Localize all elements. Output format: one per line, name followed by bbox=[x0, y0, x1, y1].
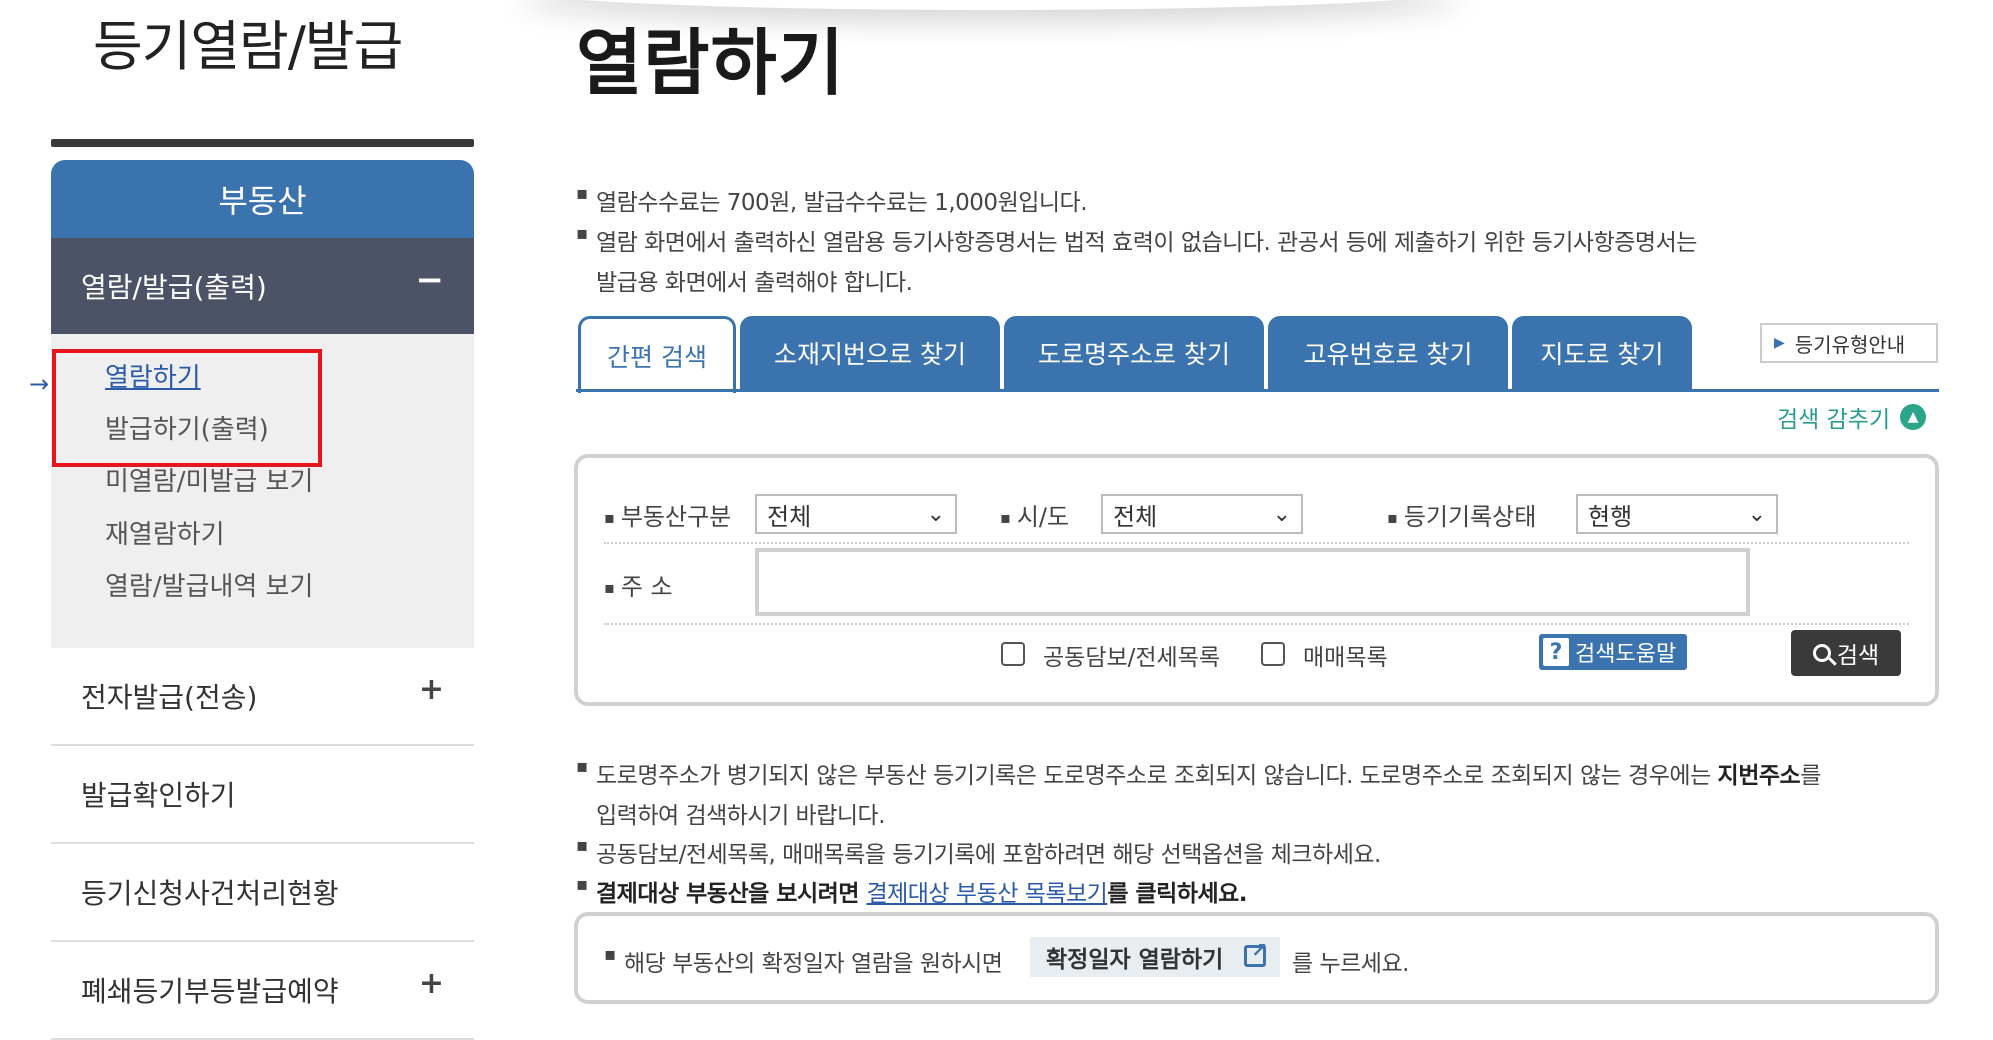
collapse-label: 검색 감추기 bbox=[1777, 407, 1891, 433]
select-value: 전체 bbox=[767, 502, 812, 531]
tab-lot-number[interactable]: 소재지번으로 찾기 bbox=[740, 316, 1000, 390]
search-label: 검색 bbox=[1836, 643, 1880, 669]
note-bold: 지번주소 bbox=[1717, 763, 1801, 789]
tab-road-address[interactable]: 도로명주소로 찾기 bbox=[1004, 316, 1264, 390]
sidebar-subitem-review[interactable]: 재열람하기 bbox=[105, 514, 225, 551]
note-text: 를 bbox=[1800, 763, 1821, 789]
sidebar-item-case-status[interactable]: 등기신청사건처리현황 bbox=[51, 844, 474, 942]
payment-list-link[interactable]: 결제대상 부동산 목록보기 bbox=[866, 881, 1107, 907]
note-text: 도로명주소가 병기되지 않은 부동산 등기기록은 도로명주소로 조회되지 않습니… bbox=[596, 763, 1718, 789]
sidebar-item-issue-check[interactable]: 발급확인하기 bbox=[51, 746, 474, 844]
hide-search-toggle[interactable]: 검색 감추기 ▲ bbox=[1777, 400, 1927, 434]
chevron-down-icon: ⌄ bbox=[926, 502, 945, 527]
sidebar-section-title: 등기열람/발급 bbox=[93, 15, 403, 78]
help-label: 검색도움말 bbox=[1575, 642, 1677, 667]
confirmed-date-view-button[interactable]: 확정일자 열람하기 bbox=[1030, 937, 1280, 977]
print-note-cont: 발급용 화면에서 출력해야 합니다. bbox=[596, 270, 913, 296]
arrow-right-icon: ▶ bbox=[1774, 335, 1785, 351]
sido-select[interactable]: 전체 ⌄ bbox=[1101, 494, 1303, 534]
note-text: 결제대상 부동산을 보시려면 bbox=[596, 881, 867, 907]
sidebar-subitem-history[interactable]: 열람/발급내역 보기 bbox=[105, 566, 313, 603]
sidebar-group-view-issue[interactable]: 열람/발급(출력) − bbox=[51, 238, 474, 334]
sidebar-item-label: 등기신청사건처리현황 bbox=[81, 877, 339, 910]
divider bbox=[604, 623, 1909, 625]
tab-underline bbox=[576, 389, 1939, 392]
payment-note: 결제대상 부동산을 보시려면 결제대상 부동산 목록보기를 클릭하세요. bbox=[576, 874, 1248, 908]
road-address-note: 도로명주소가 병기되지 않은 부동산 등기기록은 도로명주소로 조회되지 않습니… bbox=[576, 756, 1821, 790]
print-note: 열람 화면에서 출력하신 열람용 등기사항증명서는 법적 효력이 없습니다. 관… bbox=[576, 223, 1697, 257]
search-button[interactable]: 검색 bbox=[1791, 630, 1901, 676]
tab-map[interactable]: 지도로 찾기 bbox=[1512, 316, 1692, 390]
tab-unique-number[interactable]: 고유번호로 찾기 bbox=[1268, 316, 1508, 390]
page-title: 열람하기 bbox=[576, 21, 845, 105]
property-type-select[interactable]: 전체 ⌄ bbox=[755, 494, 957, 534]
search-help-button[interactable]: ? 검색도움말 bbox=[1539, 634, 1687, 670]
record-status-select[interactable]: 현행 ⌄ bbox=[1576, 494, 1778, 534]
external-link-icon bbox=[1244, 938, 1268, 967]
sidebar-category-header[interactable]: 부동산 bbox=[51, 160, 474, 238]
sidebar-item-closed-register[interactable]: 폐쇄등기부등발급예약 + bbox=[51, 942, 474, 1040]
joint-collateral-checkbox[interactable] bbox=[1001, 642, 1025, 666]
confirmed-date-text-after: 를 누르세요. bbox=[1292, 951, 1409, 977]
joint-collateral-label: 공동담보/전세목록 bbox=[1043, 645, 1221, 671]
address-input[interactable] bbox=[755, 548, 1750, 616]
chevron-down-icon: ⌄ bbox=[1272, 502, 1291, 527]
sidebar-item-e-issue[interactable]: 전자발급(전송) + bbox=[51, 648, 474, 746]
confirmed-date-text: 해당 부동산의 확정일자 열람을 원하시면 bbox=[604, 944, 1003, 978]
select-value: 전체 bbox=[1113, 502, 1158, 531]
sidebar-item-label: 전자발급(전송) bbox=[81, 681, 258, 714]
current-arrow-icon: → bbox=[29, 370, 50, 398]
sidebar-top-bar bbox=[51, 139, 474, 147]
highlight-box bbox=[52, 349, 322, 467]
sidebar-item-label: 폐쇄등기부등발급예약 bbox=[81, 975, 339, 1008]
chevron-down-icon: ⌄ bbox=[1747, 502, 1766, 527]
fee-note: 열람수수료는 700원, 발급수수료는 1,000원입니다. bbox=[576, 183, 1088, 217]
guide-label: 등기유형안내 bbox=[1794, 332, 1906, 357]
sales-list-checkbox[interactable] bbox=[1261, 642, 1285, 666]
question-icon: ? bbox=[1543, 638, 1569, 666]
sidebar-item-label: 발급확인하기 bbox=[81, 779, 236, 812]
option-note: 공동담보/전세목록, 매매목록을 등기기록에 포함하려면 해당 선택옵션을 체크… bbox=[576, 835, 1381, 869]
sidebar-group-label: 열람/발급(출력) bbox=[81, 271, 267, 304]
divider bbox=[604, 542, 1909, 544]
sido-label: 시/도 bbox=[1000, 497, 1069, 532]
collapse-minus-icon[interactable]: − bbox=[416, 260, 445, 300]
chevron-up-icon: ▲ bbox=[1900, 404, 1927, 430]
select-value: 현행 bbox=[1588, 502, 1633, 531]
record-status-label: 등기기록상태 bbox=[1387, 497, 1536, 532]
expand-plus-icon[interactable]: + bbox=[419, 672, 444, 707]
note-text: 를 클릭하세요. bbox=[1107, 881, 1248, 907]
registry-type-guide-button[interactable]: ▶ 등기유형안내 bbox=[1760, 323, 1938, 363]
address-label: 주 소 bbox=[604, 567, 673, 602]
expand-plus-icon[interactable]: + bbox=[419, 966, 444, 1001]
tab-simple-search[interactable]: 간편 검색 bbox=[578, 316, 736, 393]
property-type-label: 부동산구분 bbox=[604, 497, 731, 532]
road-address-note-cont: 입력하여 검색하시기 바랍니다. bbox=[596, 803, 886, 829]
search-icon bbox=[1812, 644, 1831, 662]
confirm-button-label: 확정일자 열람하기 bbox=[1046, 947, 1224, 973]
sales-list-label: 매매목록 bbox=[1303, 645, 1388, 671]
